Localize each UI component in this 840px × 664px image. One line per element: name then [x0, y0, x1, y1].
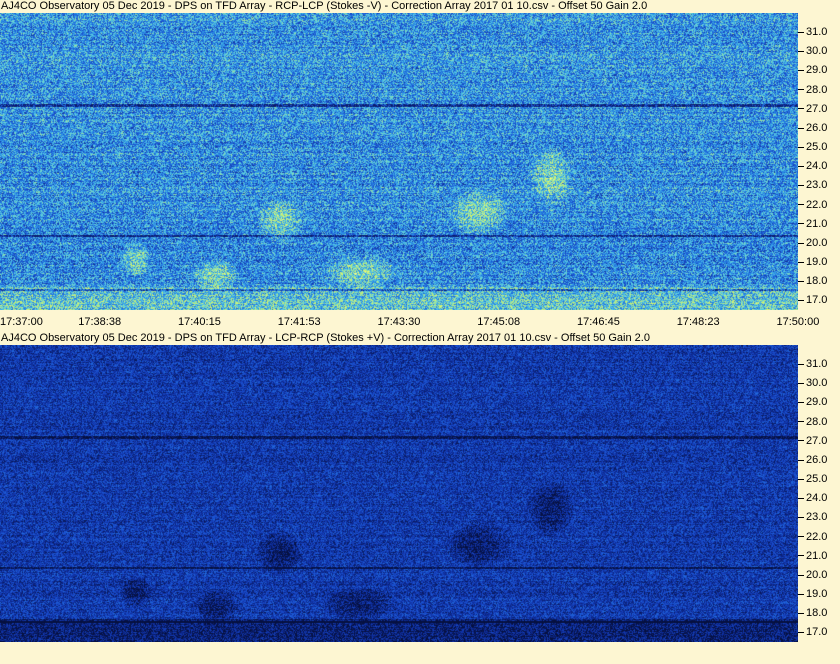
panel2-y-tick-label: 20.0	[798, 568, 827, 582]
panel1-x-tick-label: 17:41:53	[277, 316, 321, 328]
panel2-y-axis: 31.0 30.0 29.0 28.0 27.0 26.0 25.0 24.0 23.0 22.0…	[798, 345, 840, 642]
panel1-y-tick-label: 31.0	[798, 25, 827, 39]
panel2-y-tick-label: 31.0	[798, 357, 827, 371]
panel2-y-tick-label: 28.0	[798, 415, 827, 429]
panel1-spectrogram	[0, 13, 798, 310]
panel2-y-tick-label: 24.0	[798, 491, 827, 505]
panel1-x-tick-label: 17:50:00	[776, 316, 820, 328]
panel1-y-tick-label: 20.0	[798, 236, 827, 250]
panel1-y-tick-label: 24.0	[798, 159, 827, 173]
bottom-strip	[0, 642, 840, 664]
panel2-y-tick-label: 29.0	[798, 395, 827, 409]
panel1-x-tick-label: 17:46:45	[577, 316, 620, 328]
panel1-y-tick-label: 29.0	[798, 63, 827, 77]
panel2-y-tick-label: 22.0	[798, 530, 827, 544]
panel1-title: AJ4CO Observatory 05 Dec 2019 - DPS on T…	[1, 0, 648, 12]
panel1-y-tick-label: 22.0	[798, 198, 827, 212]
panel1-x-tick-label: 17:48:23	[676, 316, 720, 328]
panel2-y-tick-label: 17.0	[798, 625, 827, 639]
panel1-y-tick-label: 19.0	[798, 255, 827, 269]
panel2-spectrogram	[0, 345, 798, 642]
panel1-y-tick-label: 27.0	[798, 102, 827, 116]
panel2-y-tick-label: 23.0	[798, 510, 827, 524]
panel1-x-axis: 17:37:00 17:38:38 17:40:15 17:41:53 17:43:30…	[0, 310, 840, 332]
panel1-x-tick-label: 17:38:38	[78, 316, 122, 328]
panel1-y-axis: 31.0 30.0 29.0 28.0 27.0 26.0 25.0 24.0 23.0 22.0…	[798, 13, 840, 310]
panel2-y-tick-label: 30.0	[798, 376, 827, 390]
panel2-title: AJ4CO Observatory 05 Dec 2019 - DPS on T…	[1, 332, 650, 344]
panel1-x-tick-label: 17:45:08	[477, 316, 521, 328]
panel2-y-tick-label: 21.0	[798, 549, 827, 563]
panel1-y-tick-label: 18.0	[798, 274, 827, 288]
panel1-x-tick-label: 17:40:15	[178, 316, 221, 328]
panel1-y-tick-label: 28.0	[798, 83, 827, 97]
panel1-x-tick-label: 17:37:00	[0, 316, 43, 328]
panel2-y-tick-label: 27.0	[798, 434, 827, 448]
panel2-y-tick-label: 18.0	[798, 606, 827, 620]
panel1-x-tick-label: 17:43:30	[377, 316, 421, 328]
panel1-y-tick-label: 21.0	[798, 217, 827, 231]
panel1-y-tick-label: 17.0	[798, 293, 827, 307]
panel1-y-tick-label: 23.0	[798, 178, 827, 192]
panel2-y-tick-label: 19.0	[798, 587, 827, 601]
panel1-y-tick-label: 26.0	[798, 121, 827, 135]
panel2-y-tick-label: 26.0	[798, 453, 827, 467]
panel1-y-tick-label: 25.0	[798, 140, 827, 154]
panel2-y-tick-label: 25.0	[798, 472, 827, 486]
panel1-y-tick-label: 30.0	[798, 44, 827, 58]
